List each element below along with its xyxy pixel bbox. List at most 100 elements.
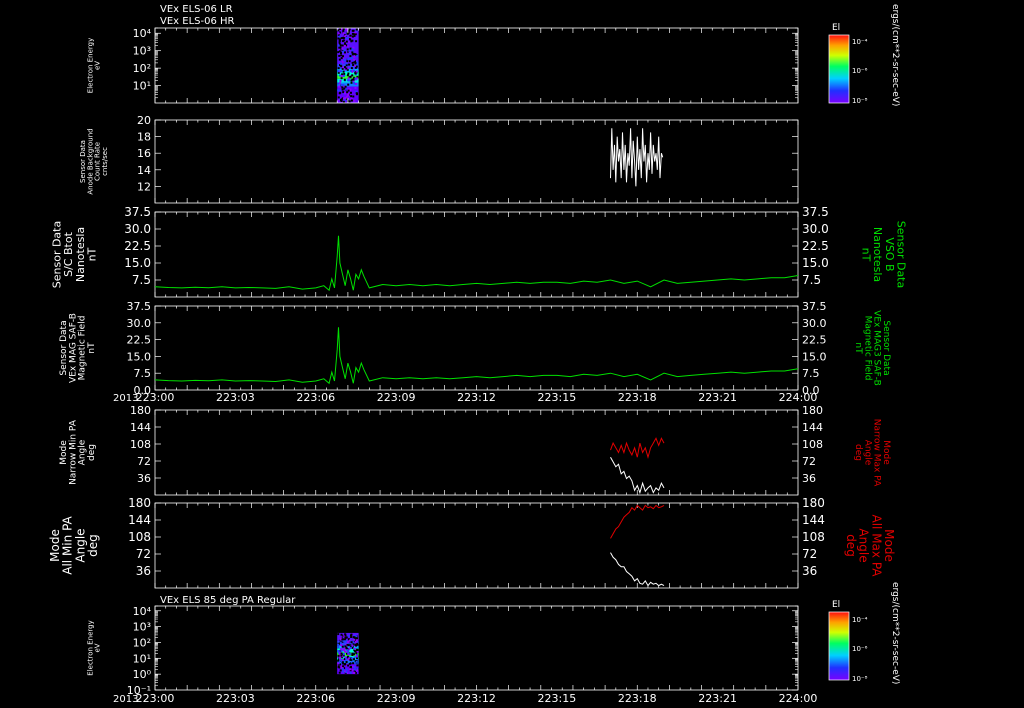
y-tick-label-right: 22.5 [802, 334, 827, 347]
y-tick-label: 7.5 [134, 367, 152, 380]
spectrogram-pixel [340, 654, 343, 657]
y-tick-label: 18 [137, 131, 151, 144]
spectrogram-pixel [337, 51, 340, 54]
spectrogram-pixel [356, 649, 359, 651]
spectrogram-pixel [346, 45, 349, 48]
time-tick-label: 223:06 [296, 692, 335, 705]
y-tick-label-right: 7.5 [802, 273, 821, 287]
spectrogram-pixel [340, 77, 343, 80]
time-tick-label: 223:15 [538, 692, 577, 705]
y-tick-label: 10⁴ [133, 27, 152, 40]
spectrogram-pixel [337, 665, 340, 668]
spectrogram-pixel [340, 52, 342, 54]
y-tick-label: 14 [137, 164, 151, 177]
spectrogram-pixel [356, 669, 359, 672]
spectrogram-pixel [347, 77, 350, 80]
spectrogram-pixel [348, 100, 351, 103]
spectrogram-pixel [344, 92, 346, 95]
spectrogram-pixel [350, 81, 353, 84]
spectrogram-pixel [342, 665, 345, 668]
y-tick-label: 10¹ [133, 80, 151, 93]
spectrogram-pixel [349, 55, 352, 58]
spectrogram-pixel [338, 54, 341, 57]
spectrogram-pixel [340, 37, 343, 40]
y-tick-label: 180 [130, 404, 151, 417]
spectrogram-pixel [353, 647, 356, 650]
spectrogram-pixel [337, 654, 340, 657]
y-axis-label-right-line: deg [853, 444, 863, 461]
colorbar-bottom-unit: ergs/(cm**2-sr-sec-eV) [890, 582, 900, 684]
spectrogram-pixel [349, 88, 352, 91]
spectrogram-pixel [353, 658, 355, 661]
spectrogram-pixel [339, 82, 341, 85]
spectrogram-pixel [351, 644, 354, 647]
spectrogram-pixel [355, 70, 358, 73]
spectrogram-pixel [337, 89, 340, 92]
y-tick-label: 10¹ [133, 652, 151, 665]
spectrogram-pixel [353, 99, 356, 102]
y-tick-label-right: 37.5 [802, 205, 829, 219]
y-tick-label-right: 15.0 [802, 350, 827, 363]
spectrogram-pixel [346, 640, 349, 643]
header-line1: VEx ELS-06 LR [160, 4, 233, 15]
y-tick-label: 30.0 [124, 222, 151, 236]
y-tick-label: 144 [130, 421, 151, 434]
spectrogram-pixel [347, 58, 350, 61]
spectrogram-pixel [344, 634, 347, 637]
spectrogram-pixel [349, 47, 352, 50]
spectrogram-pixel [355, 28, 358, 31]
spectrogram-pixel [337, 650, 340, 652]
plot-canvas: VEx ELS-06 LR VEx ELS-06 HR VEx ELS 85 d… [0, 0, 1024, 708]
y-tick-label-right: 22.5 [802, 239, 829, 253]
spectrogram-pixel [338, 39, 341, 42]
colorbar-bottom-gradient [828, 611, 850, 681]
spectrogram-pixel [342, 653, 345, 656]
spectrogram-pixel [337, 99, 340, 102]
y-tick-label-right: 36 [802, 564, 817, 578]
spectrogram-pixel [354, 650, 357, 653]
spectrogram-pixel [345, 636, 348, 639]
spectrogram-pixel [340, 98, 343, 101]
spectrogram-pixel [337, 646, 340, 648]
year-label-mid: 2013 [113, 393, 138, 404]
y-tick-label: 180 [128, 496, 151, 510]
time-tick-label: 223:09 [377, 692, 416, 705]
spectrogram-pixel [354, 31, 357, 34]
time-tick-label: 223:21 [698, 391, 737, 404]
spectrogram-pixel [350, 665, 352, 668]
spectrogram-pixel [337, 96, 340, 99]
colorbar-bottom-label-2: 10⁻⁸ [852, 675, 868, 683]
spectrogram-pixel [343, 72, 346, 75]
y-tick-label: 36 [136, 564, 151, 578]
spectrogram-pixel [337, 633, 340, 636]
spectrogram-pixel [353, 666, 356, 668]
spectrogram-pixel [341, 668, 344, 671]
spectrogram-pixel [339, 657, 341, 660]
spectrogram-pixel [349, 653, 352, 656]
spectrogram-pixel [350, 99, 353, 102]
spectrogram-pixel [354, 66, 357, 69]
y-axis-label-line: eV [94, 643, 102, 652]
spectrogram-pixel [347, 83, 350, 86]
spectrogram-pixel [337, 29, 340, 32]
colorbar-bottom-label-1: 10⁻⁶ [852, 645, 868, 653]
spectrogram-pixel [342, 29, 345, 32]
spectrogram-pixel [344, 42, 346, 45]
y-tick-label: 144 [128, 513, 151, 527]
spectrogram-pixel [338, 58, 341, 61]
spectrogram-pixel [343, 44, 346, 47]
spectrogram-pixel [356, 664, 359, 667]
y-tick-label: 12 [137, 180, 151, 193]
y-axis-label-line: eV [94, 61, 102, 70]
spectrogram-pixel [351, 48, 354, 51]
spectrogram-pixel [341, 67, 344, 70]
colorbar-bottom-title: El [832, 600, 840, 610]
spectrogram-pixel [353, 638, 356, 641]
y-tick-label: 10³ [133, 45, 151, 58]
y-axis-label-line: deg [86, 534, 100, 557]
spectrogram-pixel [343, 78, 346, 81]
spectrogram-pixel [340, 54, 343, 57]
y-tick-label: 37.5 [124, 205, 151, 219]
y-axis-label-right-line: nT [853, 342, 863, 354]
y-axis-label-line: deg [87, 444, 97, 461]
